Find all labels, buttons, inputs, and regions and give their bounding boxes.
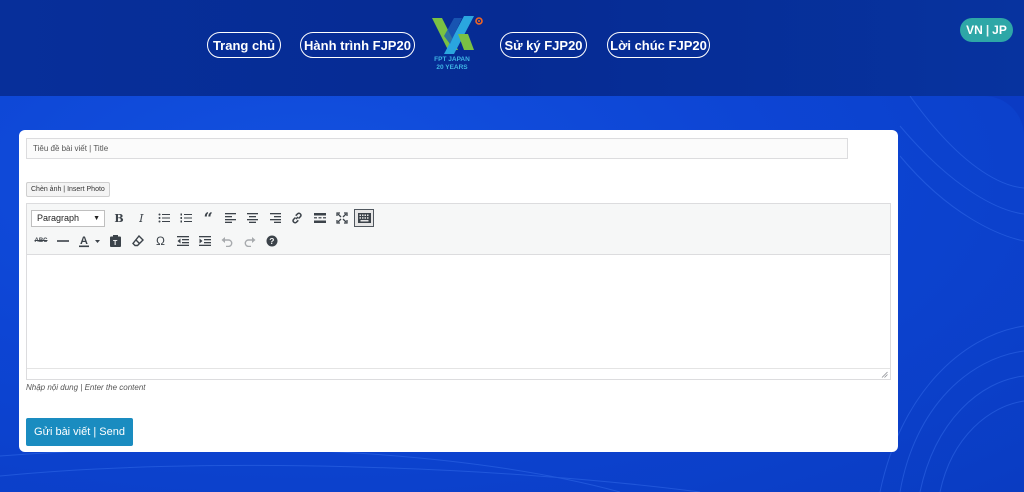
editor-status-bar [27, 368, 890, 379]
resize-handle-icon[interactable] [881, 371, 888, 378]
fullscreen-icon[interactable] [332, 209, 352, 227]
help-icon[interactable]: ? [262, 232, 282, 250]
format-select[interactable]: Paragraph ▼ [31, 209, 105, 227]
toolbar-row-1: Paragraph ▼ B I “ [31, 208, 377, 228]
horizontal-line-icon[interactable] [53, 232, 73, 250]
bold-icon[interactable]: B [109, 209, 129, 227]
read-more-icon[interactable] [310, 209, 330, 227]
bullet-list-icon[interactable] [154, 209, 174, 227]
text-color-icon[interactable]: A [76, 232, 104, 250]
paste-text-icon[interactable]: T [106, 232, 126, 250]
nav-journey[interactable]: Hành trình FJP20 [300, 32, 415, 58]
toolbar-row-2: ABC A T Ω ? [31, 231, 284, 251]
blockquote-icon[interactable]: “ [198, 209, 218, 228]
svg-text:?: ? [269, 236, 274, 246]
special-character-icon[interactable]: Ω [150, 232, 170, 250]
logo-caption: FPT JAPAN 20 YEARS [428, 56, 476, 72]
content-hint: Nhập nội dung | Enter the content [26, 383, 146, 392]
lang-jp[interactable]: JP [992, 23, 1007, 37]
nav-wishes[interactable]: Lời chúc FJP20 [607, 32, 710, 58]
italic-icon[interactable]: I [131, 209, 151, 227]
nav-home[interactable]: Trang chủ [207, 32, 281, 58]
nav-history[interactable]: Sử ký FJP20 [500, 32, 587, 58]
align-left-icon[interactable] [220, 209, 240, 227]
send-button[interactable]: Gửi bài viết | Send [26, 418, 133, 446]
format-select-value: Paragraph [37, 213, 80, 223]
language-toggle[interactable]: VN | JP [960, 18, 1013, 42]
outdent-icon[interactable] [173, 232, 193, 250]
indent-icon[interactable] [195, 232, 215, 250]
logo-mark-icon [432, 16, 483, 54]
undo-icon[interactable] [217, 232, 237, 250]
title-input[interactable] [26, 138, 848, 159]
redo-icon[interactable] [240, 232, 260, 250]
insert-photo-button[interactable]: Chèn ảnh | Insert Photo [26, 182, 110, 197]
align-right-icon[interactable] [265, 209, 285, 227]
editor-toolbar: Paragraph ▼ B I “ ABC A T Ω ? [27, 204, 890, 255]
link-icon[interactable] [287, 209, 307, 227]
svg-text:T: T [113, 240, 118, 247]
svg-text:A: A [80, 235, 88, 247]
site-header: Trang chủ Hành trình FJP20 FPT JAPAN 20 … [0, 0, 1024, 96]
post-form-card: Chèn ảnh | Insert Photo Paragraph ▼ B I … [19, 130, 898, 452]
numbered-list-icon[interactable] [176, 209, 196, 227]
lang-separator: | [985, 23, 990, 37]
editor-content-area[interactable] [27, 256, 890, 368]
lang-vn[interactable]: VN [966, 23, 983, 37]
chevron-down-icon: ▼ [93, 214, 100, 222]
clear-formatting-icon[interactable] [128, 232, 148, 250]
strikethrough-icon[interactable]: ABC [31, 232, 51, 250]
align-center-icon[interactable] [243, 209, 263, 227]
content-editor: Paragraph ▼ B I “ ABC A T Ω ? [26, 203, 891, 380]
logo-line-1: FPT JAPAN [434, 56, 470, 63]
fpt-japan-20-years-logo[interactable]: FPT JAPAN 20 YEARS [428, 14, 488, 76]
logo-line-2: 20 YEARS [436, 64, 468, 71]
toolbar-toggle-icon[interactable] [354, 209, 375, 227]
